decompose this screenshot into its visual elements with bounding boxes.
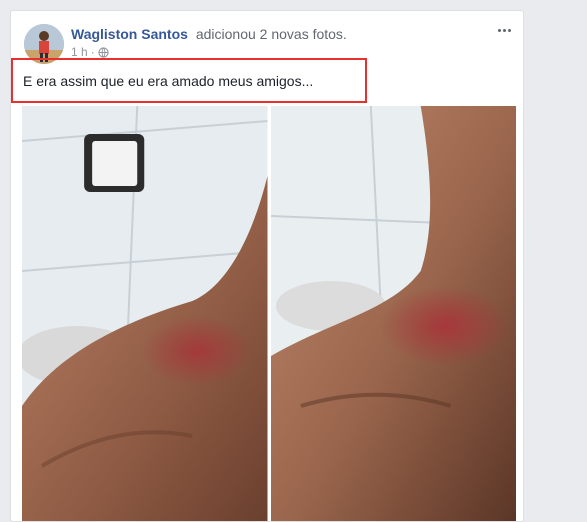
globe-icon — [98, 46, 109, 58]
photo-1[interactable] — [22, 106, 268, 521]
post-meta: 1 h · — [71, 45, 109, 59]
author-name[interactable]: Wagliston Santos — [71, 26, 188, 42]
feed-post: Wagliston Santos adicionou 2 novas fotos… — [10, 10, 524, 522]
meta-separator: · — [90, 45, 95, 59]
post-action: adicionou 2 novas fotos. — [195, 26, 347, 42]
more-options-icon[interactable] — [495, 23, 513, 37]
highlight-box — [11, 58, 367, 103]
post-header: Wagliston Santos adicionou 2 novas fotos… — [71, 26, 347, 42]
photo-grid — [22, 106, 516, 521]
photo-2[interactable] — [270, 106, 516, 521]
post-time[interactable]: 1 h — [71, 45, 88, 59]
